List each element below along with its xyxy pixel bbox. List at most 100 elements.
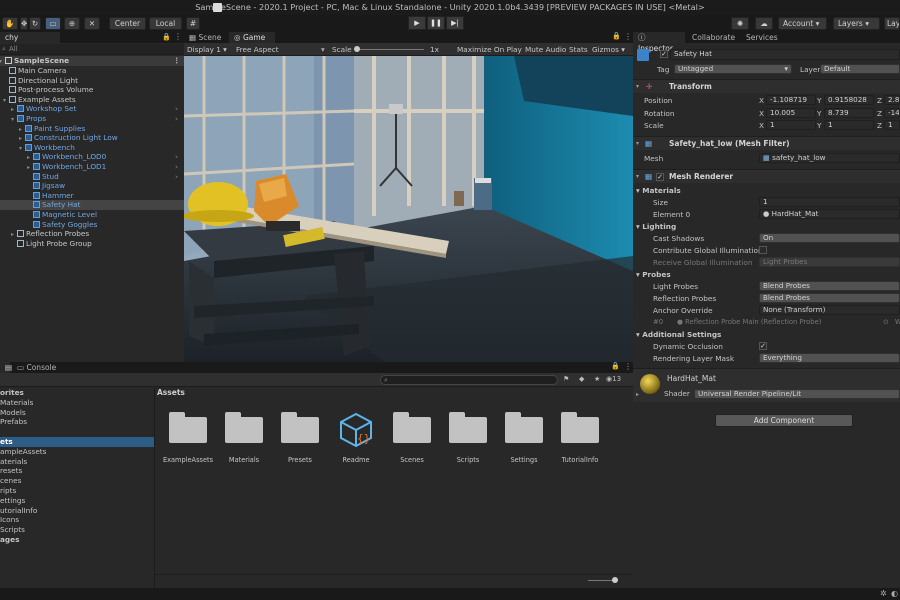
snap-icon[interactable]: # xyxy=(186,17,200,30)
hierarchy-item[interactable]: Hammer xyxy=(0,191,184,201)
pause-button[interactable]: ❚❚ xyxy=(427,16,445,30)
rotation-x-field[interactable]: 10.005 xyxy=(766,108,816,118)
tab-hierarchy[interactable]: chy xyxy=(0,32,60,43)
pivot-center-button[interactable]: Center xyxy=(109,17,146,30)
hierarchy-search[interactable]: ⌕ All xyxy=(0,44,184,55)
reflection-probes-dropdown[interactable]: Blend Probes xyxy=(759,293,900,303)
asset-item[interactable]: ExampleAssets xyxy=(160,408,216,464)
filter-type-icon[interactable]: ⚑ xyxy=(563,375,569,383)
asset-item[interactable]: TutorialInfo xyxy=(552,408,608,464)
project-menu-icon[interactable]: ⋮ xyxy=(624,362,632,371)
material-fold-icon[interactable]: ▸ xyxy=(636,391,639,398)
prefab-open-icon[interactable]: › xyxy=(175,114,178,124)
position-y-field[interactable]: 0.9158028 xyxy=(824,95,874,105)
project-tree-item[interactable]: ampleAssets xyxy=(0,447,154,457)
filter-label-icon[interactable]: ◆ xyxy=(579,375,584,383)
additional-settings-foldout[interactable]: ▾ Additional Settings xyxy=(636,329,721,340)
hierarchy-item[interactable]: ▸ Workshop Set › xyxy=(0,104,184,114)
asset-item[interactable]: Settings xyxy=(496,408,552,464)
tab-scene[interactable]: ▦ Scene xyxy=(184,32,228,43)
hand-tool-icon[interactable]: ✋ xyxy=(2,17,18,30)
game-viewport[interactable] xyxy=(184,56,633,362)
hierarchy-item[interactable]: ▾ Props › xyxy=(0,114,184,124)
scale-z-field[interactable]: 1 xyxy=(884,120,900,130)
hierarchy-item[interactable]: Main Camera xyxy=(0,66,184,76)
mesh-filter-header[interactable]: ▾ ▦ Safety_hat_low (Mesh Filter) xyxy=(633,136,900,150)
active-checkbox[interactable]: ✓ xyxy=(660,50,668,58)
asset-item[interactable]: {} Readme xyxy=(328,408,384,464)
view-menu-icon[interactable]: ⋮ xyxy=(624,32,632,41)
element0-field[interactable]: ● HardHat_Mat xyxy=(759,209,900,219)
asset-item[interactable]: Materials xyxy=(216,408,272,464)
debug-icon[interactable]: ✲ xyxy=(880,589,887,598)
size-field[interactable]: 1 xyxy=(759,197,900,207)
scale-slider-thumb[interactable] xyxy=(354,46,360,52)
rendering-layer-mask-dropdown[interactable]: Everything xyxy=(759,353,900,363)
prefab-open-icon[interactable]: › xyxy=(175,162,178,172)
position-z-field[interactable]: 2.83 xyxy=(884,95,900,105)
project-tree-item[interactable]: Prefabs xyxy=(0,417,154,427)
project-tree-item[interactable]: ripts xyxy=(0,486,154,496)
collab-icon[interactable]: ✺ xyxy=(731,17,749,30)
breadcrumb[interactable]: Assets xyxy=(157,388,185,397)
project-tree-item[interactable]: Icons xyxy=(0,515,154,525)
tab-inspector[interactable]: ⓘ Inspector xyxy=(633,32,685,53)
scale-slider-track[interactable] xyxy=(356,49,424,50)
hierarchy-item[interactable]: Stud › xyxy=(0,172,184,182)
display-dropdown[interactable]: Display 1 ▾ xyxy=(187,43,227,56)
renderer-fold-icon[interactable]: ▾ xyxy=(636,170,639,184)
step-button[interactable]: ▶| xyxy=(446,16,464,30)
mute-audio-toggle[interactable]: Mute Audio xyxy=(525,43,566,56)
add-component-button[interactable]: Add Component xyxy=(715,414,853,427)
project-lock-icon[interactable]: 🔒 xyxy=(611,362,620,370)
mesh-renderer-header[interactable]: ▾ ▦ ✓ Mesh Renderer xyxy=(633,169,900,183)
contribute-gi-checkbox[interactable] xyxy=(759,246,767,254)
tab-console[interactable]: ▭ Console xyxy=(12,362,62,373)
hierarchy-item[interactable]: Directional Light xyxy=(0,76,184,86)
meshfilter-fold-icon[interactable]: ▾ xyxy=(636,137,639,151)
rotation-z-field[interactable]: -14 xyxy=(884,108,900,118)
play-button[interactable]: ▶ xyxy=(408,16,426,30)
scale-x-field[interactable]: 1 xyxy=(766,120,816,130)
project-tree-item[interactable]: cenes xyxy=(0,476,154,486)
lighting-foldout[interactable]: ▾ Lighting xyxy=(636,221,676,232)
probes-foldout[interactable]: ▾ Probes xyxy=(636,269,671,280)
lock-icon[interactable]: 🔒 xyxy=(162,33,171,41)
project-tree-item[interactable]: Materials xyxy=(0,398,154,408)
tab-collaborate[interactable]: Collaborate xyxy=(687,32,739,43)
shader-dropdown[interactable]: Universal Render Pipeline/Lit xyxy=(694,389,900,399)
maximize-on-play-toggle[interactable]: Maximize On Play xyxy=(457,43,522,56)
hierarchy-item[interactable]: Jigsaw xyxy=(0,181,184,191)
rotate-tool-icon[interactable]: ↻ xyxy=(29,17,41,30)
hierarchy-item[interactable]: Safety Goggles xyxy=(0,220,184,230)
transform-header[interactable]: ▾ ✛ Transform xyxy=(633,79,900,93)
layers-dropdown[interactable]: Layers ▾ xyxy=(833,17,880,30)
scale-y-field[interactable]: 1 xyxy=(824,120,874,130)
favorite-star-icon[interactable]: ★ xyxy=(594,375,600,383)
mesh-field[interactable]: ▦ safety_hat_low xyxy=(759,153,900,163)
transform-fold-icon[interactable]: ▾ xyxy=(636,80,639,94)
layout-dropdown[interactable]: Lay xyxy=(884,17,900,30)
hierarchy-item[interactable]: Light Probe Group xyxy=(0,239,184,249)
menu-icon[interactable]: ⋮ xyxy=(174,32,182,41)
rect-tool-icon[interactable]: ▭ xyxy=(45,17,61,30)
cloud-icon[interactable]: ☁ xyxy=(755,17,773,30)
hierarchy-item[interactable]: ▸ Paint Supplies xyxy=(0,124,184,134)
tab-project[interactable]: ▤ xyxy=(0,362,12,373)
prefab-open-icon[interactable]: › xyxy=(175,104,178,114)
stats-toggle[interactable]: Stats xyxy=(569,43,588,56)
pivot-space-button[interactable]: Local xyxy=(149,17,182,30)
aspect-dropdown[interactable]: Free Aspect xyxy=(236,43,279,56)
account-dropdown[interactable]: Account ▾ xyxy=(778,17,827,30)
hierarchy-item[interactable]: ▸ Workbench_LOD1 › xyxy=(0,162,184,172)
prefab-open-icon[interactable]: › xyxy=(175,152,178,162)
project-tree-item[interactable]: ettings xyxy=(0,496,154,506)
cast-shadows-dropdown[interactable]: On xyxy=(759,233,900,243)
project-tree-item[interactable]: ets xyxy=(0,437,154,447)
hierarchy-item[interactable]: ▾ Workbench xyxy=(0,143,184,153)
project-tree-item[interactable]: orites xyxy=(0,388,154,398)
asset-item[interactable]: Scripts xyxy=(440,408,496,464)
transform-tool-icon[interactable]: ⊕ xyxy=(64,17,80,30)
hierarchy-item[interactable]: Magnetic Level xyxy=(0,210,184,220)
gizmos-dropdown[interactable]: Gizmos ▾ xyxy=(592,43,625,56)
